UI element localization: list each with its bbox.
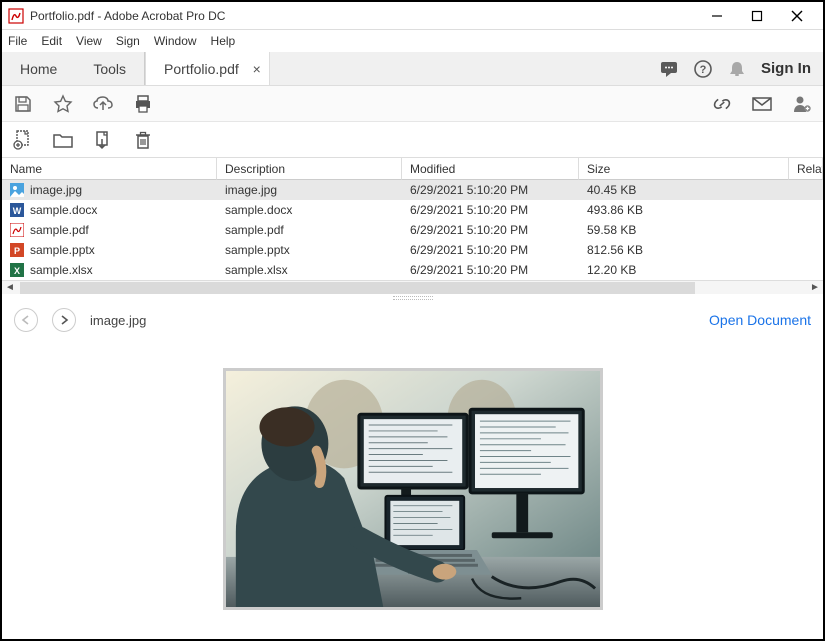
cell-name: image.jpg [30,183,82,197]
cloud-upload-icon[interactable] [92,93,114,115]
cell-relationship [789,220,823,240]
jpg-file-icon [10,183,24,197]
col-modified[interactable]: Modified [402,158,579,180]
cell-modified: 6/29/2021 5:10:20 PM [402,180,579,200]
cell-size: 40.45 KB [579,180,789,200]
cell-relationship [789,200,823,220]
pptx-file-icon: P [10,243,24,257]
preview-filename: image.jpg [90,313,146,328]
cell-desc: image.jpg [217,180,402,200]
cell-modified: 6/29/2021 5:10:20 PM [402,220,579,240]
add-file-icon[interactable] [12,129,34,151]
svg-text:P: P [14,246,20,256]
menu-sign[interactable]: Sign [116,34,140,48]
pdf-file-icon [10,223,24,237]
cell-modified: 6/29/2021 5:10:20 PM [402,260,579,280]
menu-file[interactable]: File [8,34,27,48]
bell-icon[interactable] [727,59,747,79]
cell-name: sample.docx [30,203,97,217]
docx-file-icon: W [10,203,24,217]
cell-size: 493.86 KB [579,200,789,220]
menu-help[interactable]: Help [211,34,236,48]
cell-size: 59.58 KB [579,220,789,240]
cell-desc: sample.pptx [217,240,402,260]
cell-desc: sample.pdf [217,220,402,240]
help-icon[interactable]: ? [693,59,713,79]
svg-text:W: W [13,206,22,216]
cell-name: sample.pptx [30,243,95,257]
svg-text:X: X [14,266,20,276]
link-icon[interactable] [711,93,733,115]
folder-icon[interactable] [52,129,74,151]
mail-icon[interactable] [751,93,773,115]
tab-home[interactable]: Home [2,52,75,85]
menu-view[interactable]: View [76,34,102,48]
menu-edit[interactable]: Edit [41,34,62,48]
tab-document[interactable]: Portfolio.pdf × [145,52,270,85]
preview-back-button[interactable] [14,308,38,332]
preview-forward-button[interactable] [52,308,76,332]
window-title: Portfolio.pdf - Adobe Acrobat Pro DC [30,9,697,23]
horizontal-scrollbar[interactable]: ◄ ► [2,280,823,294]
acrobat-app-icon [8,8,24,24]
window-controls [697,3,817,29]
open-document-link[interactable]: Open Document [709,312,811,328]
minimize-button[interactable] [697,3,737,29]
cell-size: 12.20 KB [579,260,789,280]
col-description[interactable]: Description [217,158,402,180]
preview-pane [2,338,823,639]
maximize-button[interactable] [737,3,777,29]
file-table: Name Description Modified Size Relations… [2,158,823,280]
save-icon[interactable] [12,93,34,115]
scroll-track[interactable] [20,282,805,294]
preview-image [223,368,603,610]
scroll-left-arrow[interactable]: ◄ [4,282,16,293]
col-name[interactable]: Name [2,158,217,180]
cell-name: sample.pdf [30,223,89,237]
tab-bar: Home Tools Portfolio.pdf × ? Sign In [2,52,823,86]
tab-close-icon[interactable]: × [253,61,261,77]
app-window: Portfolio.pdf - Adobe Acrobat Pro DC Fil… [0,0,825,641]
print-icon[interactable] [132,93,154,115]
xlsx-file-icon: X [10,263,24,277]
trash-icon[interactable] [132,129,154,151]
cell-relationship [789,240,823,260]
cell-modified: 6/29/2021 5:10:20 PM [402,200,579,220]
cell-relationship [789,180,823,200]
cell-desc: sample.xlsx [217,260,402,280]
extract-icon[interactable] [92,129,114,151]
cell-desc: sample.docx [217,200,402,220]
cell-name: sample.xlsx [30,263,93,277]
cell-modified: 6/29/2021 5:10:20 PM [402,240,579,260]
person-add-icon[interactable] [791,93,813,115]
chat-icon[interactable] [659,59,679,79]
tab-right-icons: ? Sign In [647,52,823,85]
cell-relationship [789,260,823,280]
menu-window[interactable]: Window [154,34,197,48]
sign-in-link[interactable]: Sign In [761,60,811,77]
primary-toolbar [2,86,823,122]
titlebar: Portfolio.pdf - Adobe Acrobat Pro DC [2,2,823,30]
tab-tools[interactable]: Tools [75,52,144,85]
splitter-grip[interactable] [2,294,823,302]
menubar: File Edit View Sign Window Help [2,30,823,52]
svg-text:?: ? [700,64,707,76]
cell-size: 812.56 KB [579,240,789,260]
preview-toolbar: image.jpg Open Document [2,302,823,338]
portfolio-toolbar [2,122,823,158]
col-relationship[interactable]: Relationship [789,158,823,180]
close-button[interactable] [777,3,817,29]
tab-document-label: Portfolio.pdf [164,61,239,77]
star-icon[interactable] [52,93,74,115]
scroll-right-arrow[interactable]: ► [809,282,821,293]
col-size[interactable]: Size [579,158,789,180]
